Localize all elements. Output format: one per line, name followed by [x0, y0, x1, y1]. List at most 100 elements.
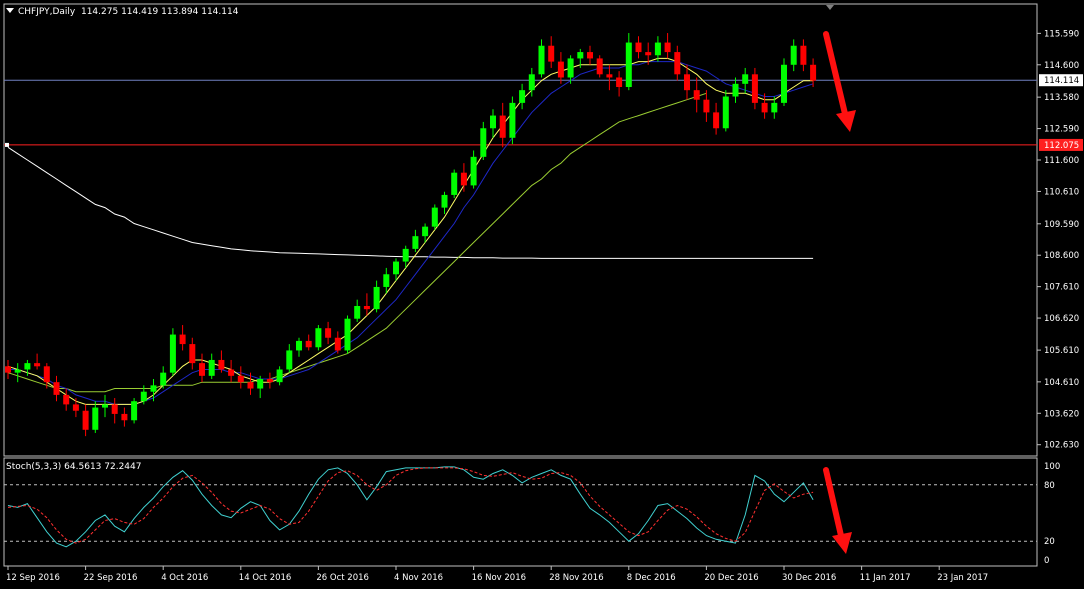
down-arrow-icon — [836, 110, 856, 132]
candle-body — [34, 363, 41, 367]
candle-body — [43, 366, 50, 383]
candle-body — [616, 77, 623, 87]
axes: 115.590 114.600 113.580 112.590 111.600 110.6… — [6, 29, 1083, 583]
candle-body — [228, 369, 235, 376]
time-tick-label: 12 Sep 2016 — [6, 573, 60, 583]
candle-body — [654, 42, 661, 56]
candle-body — [431, 207, 438, 227]
candle-body — [751, 74, 758, 103]
candle-body — [363, 306, 370, 310]
time-tick-label: 4 Oct 2016 — [161, 573, 208, 583]
candle-body — [334, 337, 341, 351]
candle-body — [189, 344, 196, 364]
candle-body — [237, 375, 244, 383]
candle-body — [92, 407, 99, 430]
price-tick-label: 107.610 — [1044, 283, 1079, 293]
price-tick-label: 103.620 — [1044, 409, 1079, 419]
candle-body — [625, 42, 632, 87]
candle-body — [373, 286, 380, 310]
stoch-tick-label: 100 — [1044, 462, 1060, 472]
candle-body — [63, 394, 70, 405]
candle-body — [490, 115, 496, 129]
price-tick-label: 112.590 — [1044, 125, 1079, 135]
candle-body — [140, 391, 147, 402]
candle-body — [538, 45, 545, 75]
time-tick-label: 22 Sep 2016 — [84, 573, 138, 583]
ma-slow-line — [7, 92, 707, 393]
candle-body — [742, 74, 749, 84]
price-tick-label: 104.610 — [1044, 378, 1079, 388]
time-tick-label: 11 Jan 2017 — [860, 573, 911, 583]
candle-body — [247, 382, 254, 389]
support-line-anchor — [5, 142, 9, 147]
stochastic-pane — [4, 466, 1037, 554]
stoch-tick-label: 80 — [1044, 481, 1055, 491]
price-tick-label: 106.620 — [1044, 314, 1079, 324]
price-tick-label: 115.590 — [1044, 29, 1079, 39]
candle-body — [24, 363, 31, 370]
candle-body — [315, 328, 322, 348]
support-price-label: 112.075 — [1044, 141, 1079, 151]
candle-body — [160, 372, 167, 386]
time-tick-label: 14 Oct 2016 — [239, 573, 292, 583]
price-tick-label: 109.590 — [1044, 220, 1079, 230]
chart-canvas[interactable]: 115.590 114.600 113.580 112.590 111.600 110.6… — [0, 0, 1084, 589]
candle-body — [441, 194, 448, 208]
stoch-signal-line — [7, 467, 814, 544]
candle-body — [722, 96, 729, 129]
candle-body — [810, 64, 817, 81]
candle-body — [72, 404, 79, 411]
candle-body — [509, 102, 516, 138]
candle-body — [460, 172, 467, 186]
price-tick-label: 108.600 — [1044, 251, 1079, 261]
candle-body — [169, 334, 176, 373]
candle-body — [664, 42, 671, 53]
candle-body — [577, 52, 584, 59]
candle-body — [567, 58, 574, 78]
candle-body — [732, 83, 739, 97]
candle-body — [354, 306, 361, 319]
candle-body — [771, 102, 778, 113]
candle-body — [393, 261, 399, 275]
candle-body — [296, 340, 302, 351]
ma-mid-line — [8, 61, 814, 405]
candle-body — [276, 369, 283, 383]
time-tick-label: 8 Dec 2016 — [627, 573, 676, 583]
candle-body — [199, 363, 205, 376]
candle-body — [781, 64, 787, 103]
candle-body — [693, 90, 700, 100]
time-tick-label: 28 Nov 2016 — [549, 573, 603, 583]
candle-body — [286, 350, 293, 370]
candle-body — [480, 128, 487, 157]
candle-body — [111, 404, 118, 414]
stoch-main-line — [7, 466, 814, 548]
candle-body — [519, 90, 526, 103]
candle-body — [383, 274, 390, 287]
stoch-down-arrow-shaft — [823, 467, 845, 543]
candle-body — [5, 366, 11, 373]
candle-body — [451, 172, 458, 195]
candle-body — [102, 404, 108, 408]
price-tick-label: 113.580 — [1044, 93, 1079, 103]
time-tick-label: 26 Oct 2016 — [316, 573, 369, 583]
candle-body — [422, 226, 429, 237]
shift-marker-icon — [826, 5, 834, 10]
main-pane-border — [3, 3, 1038, 457]
candle-body — [412, 236, 419, 249]
time-tick-label: 16 Nov 2016 — [472, 573, 526, 583]
candle-body — [82, 410, 89, 430]
price-tick-label: 110.610 — [1044, 187, 1079, 197]
time-tick-label: 4 Nov 2016 — [394, 573, 443, 583]
time-tick-label: 30 Dec 2016 — [782, 573, 836, 583]
candle-body — [121, 413, 128, 421]
candle-body — [557, 61, 564, 78]
candle-body — [703, 99, 710, 113]
candle-body — [499, 115, 506, 138]
main-price-pane — [4, 31, 1037, 437]
candle-body — [606, 74, 613, 78]
candle-body — [402, 248, 409, 262]
candle-body — [528, 74, 535, 91]
candle-body — [470, 156, 477, 186]
candle-body — [635, 42, 642, 53]
time-tick-label: 23 Jan 2017 — [937, 573, 988, 583]
